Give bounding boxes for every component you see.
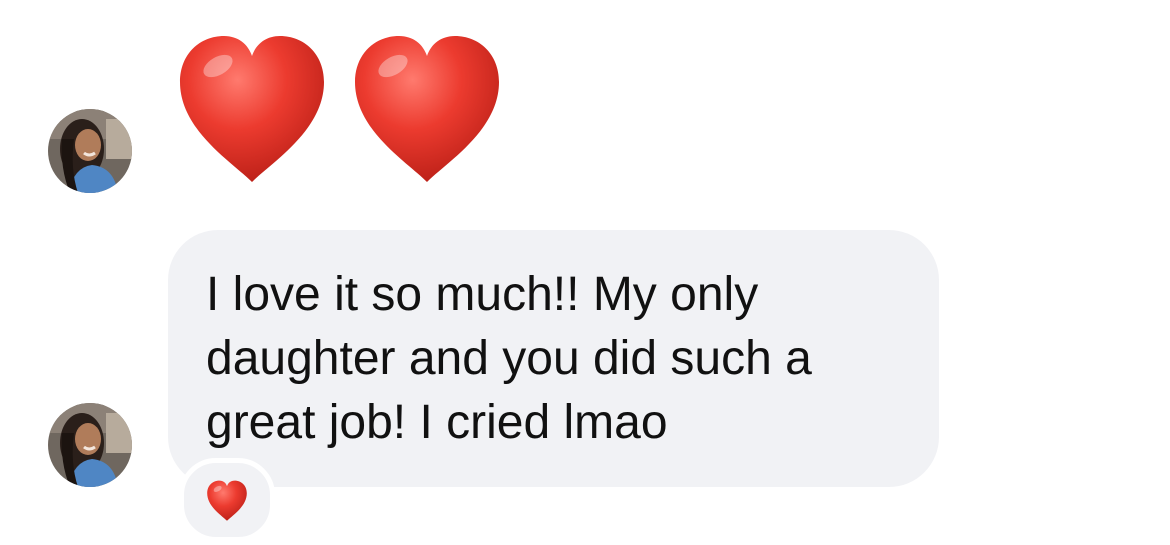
red-heart-icon <box>172 30 332 190</box>
emoji-message[interactable] <box>172 30 512 190</box>
message-bubble[interactable]: I love it so much!! My only daughter and… <box>168 230 939 487</box>
message-reaction[interactable] <box>179 458 275 542</box>
sender-avatar[interactable] <box>48 403 132 487</box>
sender-avatar[interactable] <box>48 109 132 193</box>
red-heart-icon <box>347 30 507 190</box>
red-heart-icon <box>205 479 249 523</box>
message-text: I love it so much!! My only daughter and… <box>206 268 812 449</box>
